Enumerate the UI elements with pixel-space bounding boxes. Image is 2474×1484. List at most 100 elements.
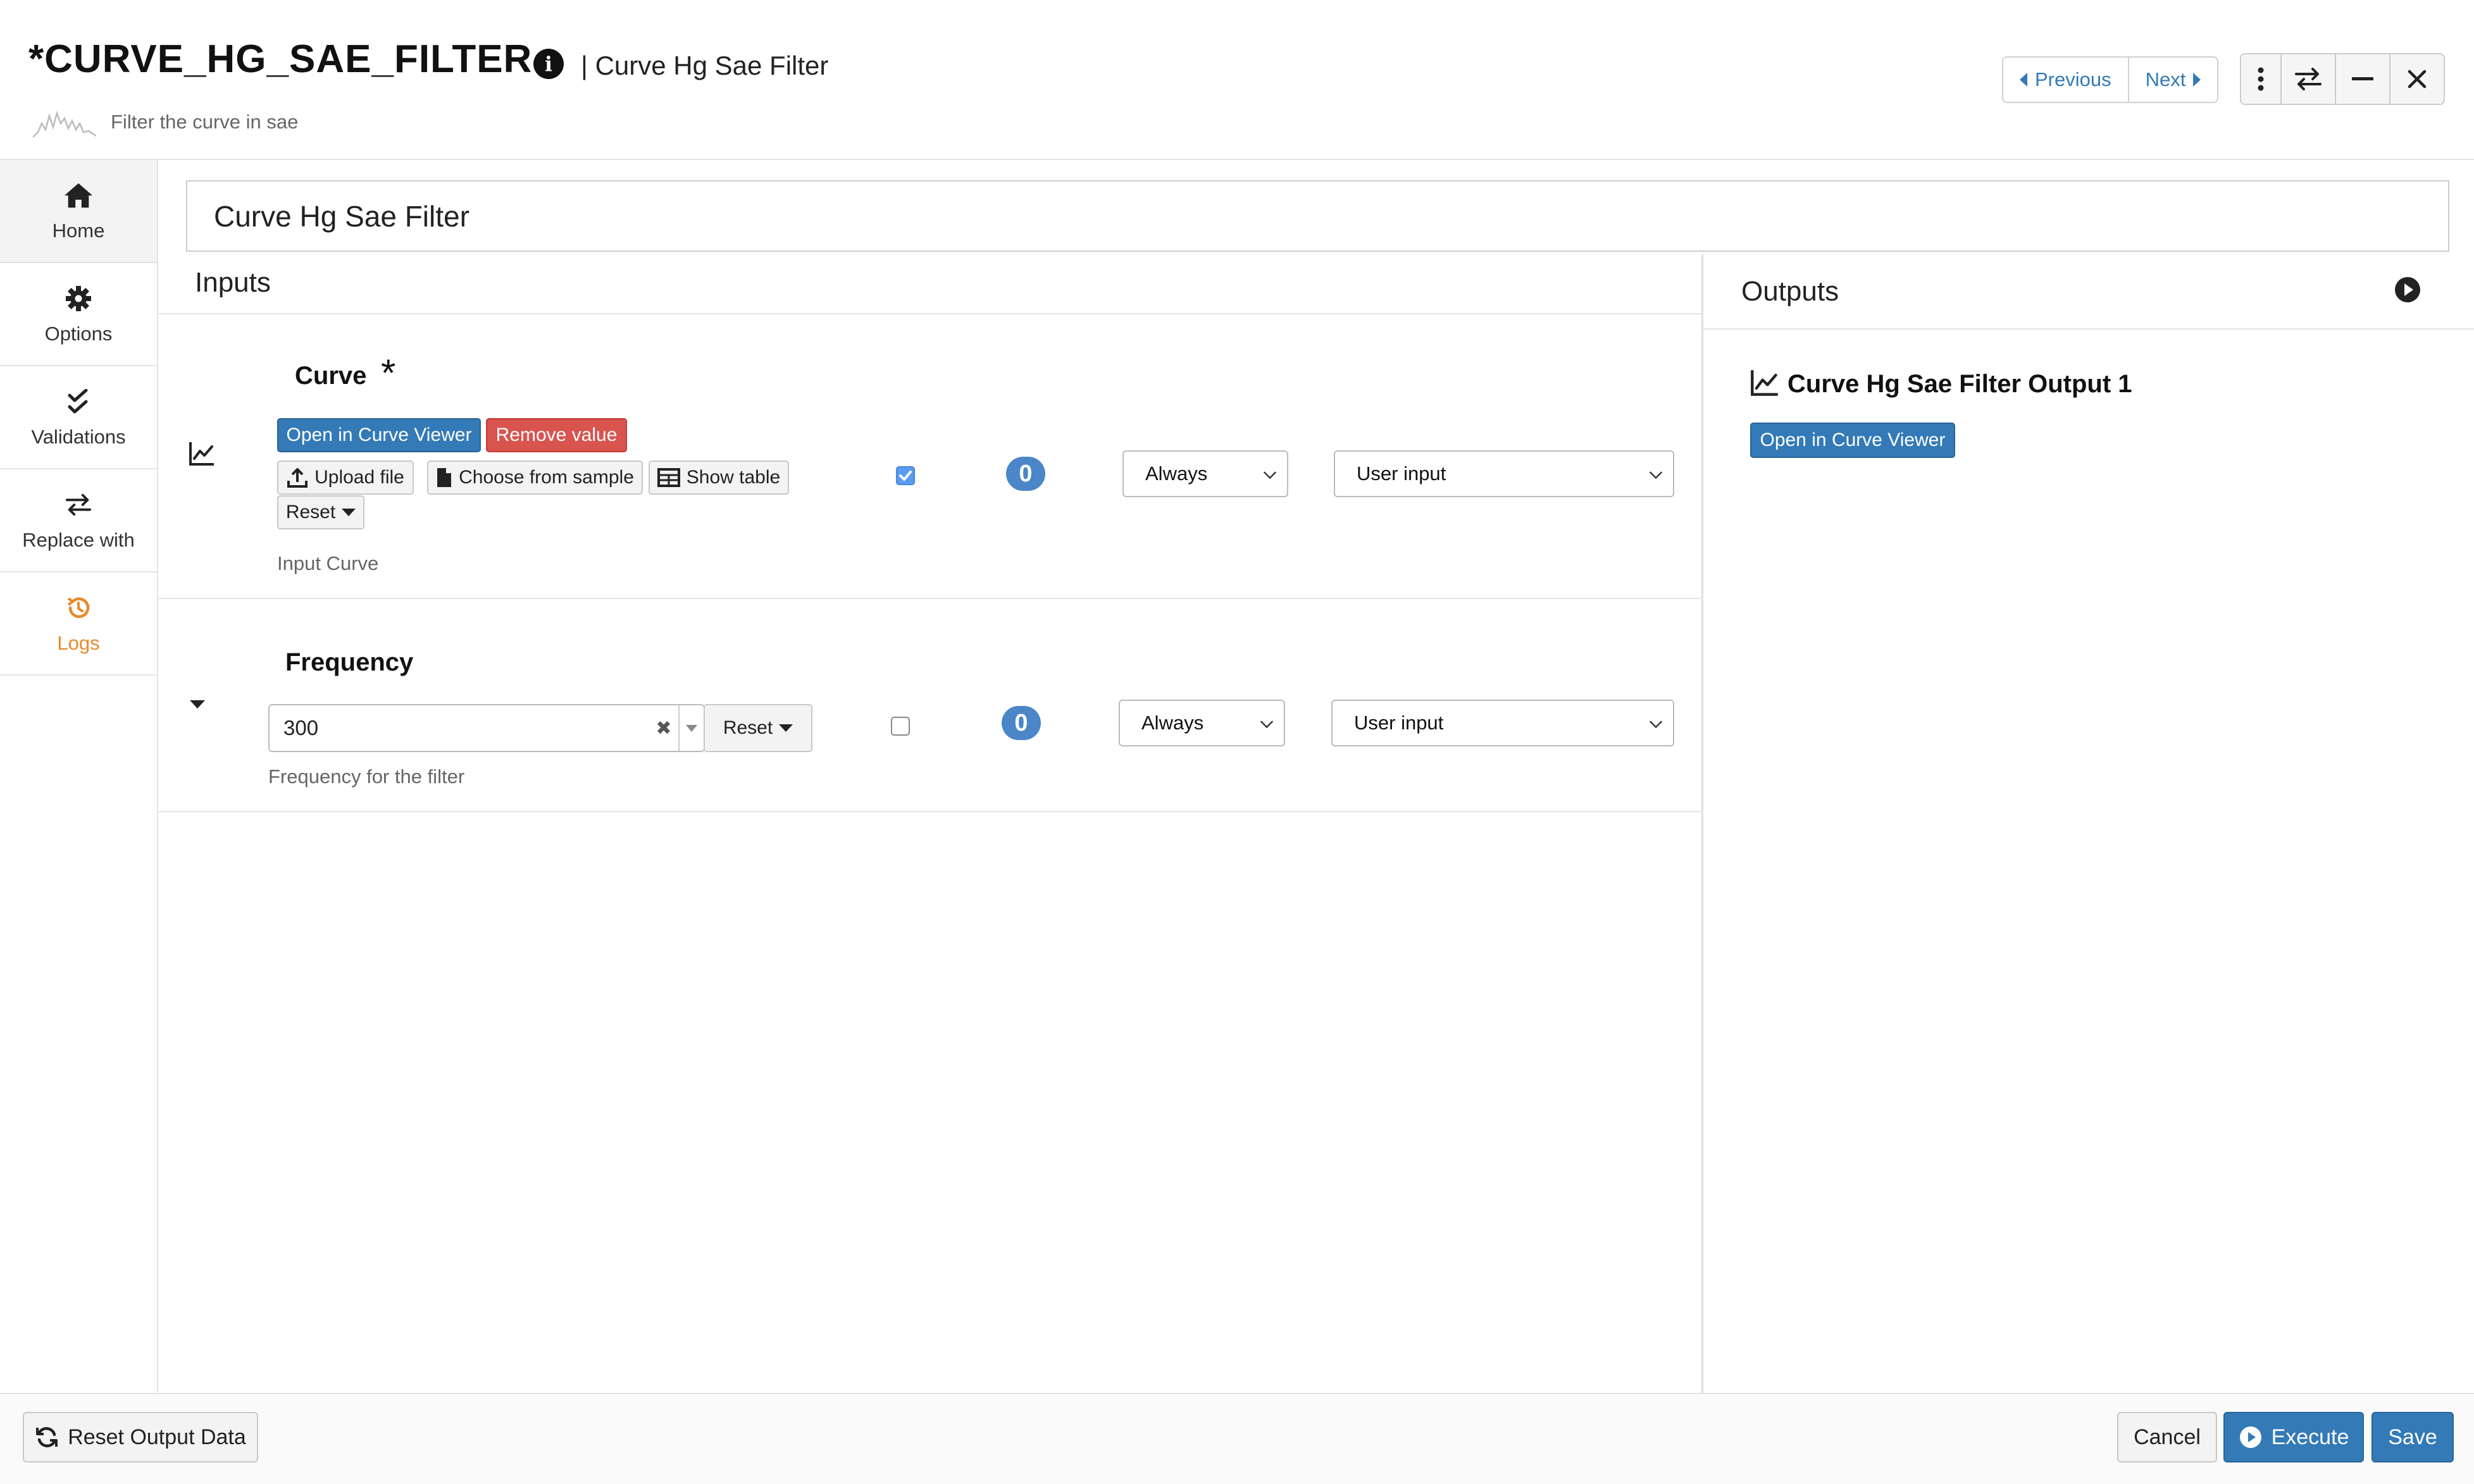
frequency-checkbox[interactable] xyxy=(891,717,910,736)
frequency-description: Frequency for the filter xyxy=(268,765,465,788)
clear-icon[interactable]: ✖ xyxy=(649,717,678,739)
frequency-count-badge: 0 xyxy=(1002,706,1041,740)
upload-icon xyxy=(287,468,308,488)
execute-label: Execute xyxy=(2271,1425,2349,1449)
frequency-reset-button[interactable]: Reset xyxy=(704,704,812,752)
caret-down-icon xyxy=(686,724,697,732)
required-mark: * xyxy=(381,352,396,394)
sidebar-item-label: Home xyxy=(52,219,105,242)
sidebar-item-home[interactable]: Home xyxy=(0,160,157,263)
reset-label: Reset xyxy=(723,717,773,738)
choose-from-sample-button[interactable]: Choose from sample xyxy=(427,461,643,495)
swap-button[interactable] xyxy=(2280,54,2335,104)
curve-source-select[interactable]: User input xyxy=(1334,450,1674,497)
outputs-title: Outputs xyxy=(1741,276,1839,307)
page-description: Filter the curve in sae xyxy=(111,111,299,133)
frequency-source-select[interactable]: User input xyxy=(1331,700,1674,746)
sidebar-item-label: Logs xyxy=(57,631,100,654)
minimize-icon xyxy=(2352,77,2373,80)
save-button[interactable]: Save xyxy=(2371,1412,2454,1462)
page-title: *CURVE_HG_SAE_FILTER xyxy=(28,37,533,81)
select-value: User input xyxy=(1354,712,1444,734)
close-button[interactable] xyxy=(2389,54,2444,104)
choose-from-sample-label: Choose from sample xyxy=(459,467,634,488)
frequency-value: 300 xyxy=(283,716,319,739)
select-value: Always xyxy=(1145,462,1208,485)
caret-left-icon xyxy=(2020,73,2027,87)
dropdown-toggle[interactable] xyxy=(678,705,704,751)
check-icon xyxy=(899,471,912,481)
curve-thumbnail-icon xyxy=(33,110,96,138)
sidebar-item-validations[interactable]: Validations xyxy=(0,366,157,469)
sidebar-item-label: Validations xyxy=(31,425,126,448)
frequency-condition-select[interactable]: Always xyxy=(1119,700,1285,746)
previous-button[interactable]: Previous xyxy=(2003,58,2128,102)
sidebar-item-label: Replace with xyxy=(22,528,135,551)
window-controls xyxy=(2240,53,2445,105)
sidebar-item-options[interactable]: Options xyxy=(0,263,157,366)
sidebar: Home Options Validations Replace with Lo… xyxy=(0,160,158,1394)
chevron-down-icon xyxy=(1260,715,1274,729)
line-chart-icon xyxy=(189,442,214,466)
chevron-down-icon xyxy=(1263,466,1277,479)
caret-down-icon xyxy=(342,509,356,516)
caret-down-icon xyxy=(779,724,793,732)
sidebar-item-replace[interactable]: Replace with xyxy=(0,469,157,572)
vertical-dots-icon xyxy=(2258,67,2264,91)
curve-condition-select[interactable]: Always xyxy=(1122,450,1288,497)
output-item-title: Curve Hg Sae Filter Output 1 xyxy=(1787,370,2132,398)
reset-output-data-button[interactable]: Reset Output Data xyxy=(23,1412,258,1462)
table-icon xyxy=(657,468,680,487)
file-icon xyxy=(437,468,452,487)
frequency-input[interactable]: 300 ✖ xyxy=(268,704,705,752)
caret-down-icon[interactable] xyxy=(189,699,206,709)
row-divider xyxy=(158,811,1703,812)
row-divider xyxy=(158,598,1703,599)
minimize-button[interactable] xyxy=(2335,54,2389,104)
close-icon xyxy=(2408,70,2427,89)
select-value: Always xyxy=(1141,712,1204,734)
chevron-down-icon xyxy=(1649,466,1663,479)
select-value: User input xyxy=(1357,462,1446,485)
reset-output-data-label: Reset Output Data xyxy=(68,1425,246,1449)
sidebar-item-label: Options xyxy=(44,322,113,345)
prev-next-group: Previous Next xyxy=(2002,56,2219,103)
output-open-curve-viewer-button[interactable]: Open in Curve Viewer xyxy=(1750,423,1955,458)
open-curve-viewer-button[interactable]: Open in Curve Viewer xyxy=(277,418,481,452)
home-icon xyxy=(64,183,93,207)
next-label: Next xyxy=(2145,68,2186,90)
dialog-header: *CURVE_HG_SAE_FILTER i | Curve Hg Sae Fi… xyxy=(0,0,2474,160)
page-subtitle: | Curve Hg Sae Filter xyxy=(581,51,829,80)
curve-count-badge: 0 xyxy=(1006,457,1045,491)
divider xyxy=(1703,328,2474,330)
inputs-title: Inputs xyxy=(195,267,271,298)
show-table-label: Show table xyxy=(686,467,781,488)
exchange-icon xyxy=(65,493,92,516)
info-icon[interactable]: i xyxy=(533,49,564,79)
sidebar-item-logs[interactable]: Logs xyxy=(0,572,157,676)
upload-file-button[interactable]: Upload file xyxy=(277,461,414,495)
cancel-button[interactable]: Cancel xyxy=(2117,1412,2217,1462)
curve-description: Input Curve xyxy=(277,552,379,574)
more-options-button[interactable] xyxy=(2241,54,2280,104)
previous-label: Previous xyxy=(2035,68,2111,90)
chevron-down-icon xyxy=(1649,715,1663,729)
check-double-icon xyxy=(68,388,88,413)
upload-file-label: Upload file xyxy=(314,467,404,488)
curve-reset-button[interactable]: Reset xyxy=(277,495,364,529)
caret-right-icon xyxy=(2193,73,2201,87)
remove-value-button[interactable]: Remove value xyxy=(486,418,627,452)
line-chart-icon xyxy=(1751,370,1778,396)
execute-button[interactable]: Execute xyxy=(2223,1412,2364,1462)
curve-label: Curve xyxy=(295,362,367,390)
reset-label: Reset xyxy=(285,502,336,522)
next-button[interactable]: Next xyxy=(2127,58,2218,102)
dialog-footer: Reset Output Data Cancel Execute Save xyxy=(0,1393,2474,1484)
play-icon[interactable] xyxy=(2395,277,2420,302)
history-icon xyxy=(67,597,90,618)
curve-checkbox[interactable] xyxy=(896,466,915,485)
panel-divider xyxy=(1701,254,1703,1393)
divider xyxy=(158,313,1703,314)
name-input[interactable]: Curve Hg Sae Filter xyxy=(186,180,2449,252)
show-table-button[interactable]: Show table xyxy=(649,461,789,495)
